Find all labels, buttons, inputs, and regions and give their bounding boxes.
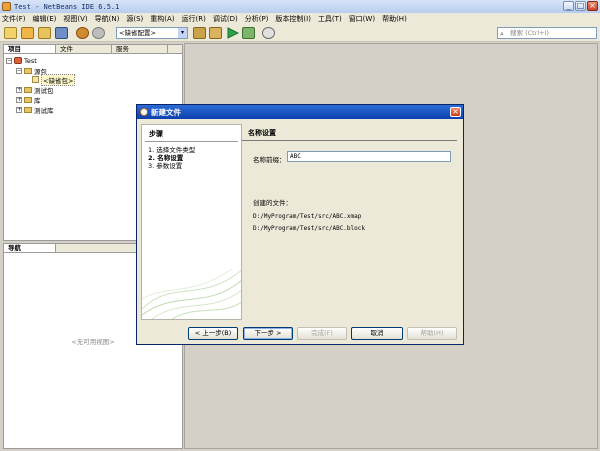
- created-files-label: 创建的文件：: [253, 199, 292, 207]
- help-button[interactable]: 帮助(H): [407, 327, 457, 340]
- tab-projects-label: 项目: [8, 45, 21, 53]
- new-file-dialog: 新建文件 × 步骤 1. 选择文件类型 2. 名称设置 3. 参数设置 名称设置…: [136, 104, 464, 345]
- expand-icon[interactable]: +: [16, 106, 22, 113]
- tree-node-test-libraries[interactable]: + 测试库: [16, 105, 54, 115]
- name-prefix-input[interactable]: ABC: [287, 151, 451, 162]
- menu-tools[interactable]: 工具(T): [318, 14, 342, 24]
- dialog-title: 新建文件: [151, 107, 181, 117]
- folder-icon: [24, 96, 32, 103]
- step-item: 1. 选择文件类型: [148, 146, 196, 154]
- menu-bar: 文件(F) 编辑(E) 视图(V) 导航(N) 源(S) 重构(A) 运行(R)…: [0, 13, 600, 25]
- redo-icon[interactable]: [92, 27, 105, 39]
- expand-icon[interactable]: +: [16, 86, 22, 93]
- project-label: Test: [24, 56, 37, 65]
- save-all-icon[interactable]: [55, 27, 68, 39]
- search-input[interactable]: ⌕ 搜索 (Ctrl+I): [497, 27, 597, 39]
- tab-projects[interactable]: 项目: [4, 45, 56, 53]
- search-placeholder: 搜索 (Ctrl+I): [510, 29, 550, 37]
- menu-run[interactable]: 运行(R): [182, 14, 206, 24]
- menu-file[interactable]: 文件(F): [2, 14, 26, 24]
- tab-navigator[interactable]: 导航: [4, 244, 56, 252]
- minimize-button[interactable]: _: [563, 1, 574, 11]
- search-icon: ⌕: [500, 30, 504, 38]
- menu-view[interactable]: 视图(V): [63, 14, 87, 24]
- menu-debug[interactable]: 调试(D): [213, 14, 238, 24]
- steps-heading: 步骤: [145, 125, 238, 142]
- tree-node-default-package[interactable]: <缺省包>: [32, 73, 76, 86]
- tab-files[interactable]: 文件: [56, 45, 112, 53]
- collapse-icon[interactable]: −: [6, 57, 12, 64]
- created-file-path: D:/MyProgram/Test/src/ABC.block: [253, 225, 365, 232]
- steps-pane: 步骤 1. 选择文件类型 2. 名称设置 3. 参数设置: [141, 124, 242, 320]
- name-prefix-label: 名称前缀：: [253, 156, 286, 164]
- package-icon: [32, 76, 39, 83]
- tab-files-label: 文件: [60, 45, 73, 53]
- next-button[interactable]: 下一步 >: [243, 327, 293, 340]
- menu-navigate[interactable]: 导航(N): [95, 14, 120, 24]
- undo-icon[interactable]: [76, 27, 89, 39]
- decorative-swirl-graphic: [142, 268, 241, 319]
- new-project-icon[interactable]: [21, 27, 34, 39]
- menu-help[interactable]: 帮助(H): [382, 14, 407, 24]
- open-project-icon[interactable]: [38, 27, 51, 39]
- netbeans-icon: [140, 108, 148, 116]
- maximize-button[interactable]: □: [575, 1, 586, 11]
- projects-tabs: 项目 文件 服务: [4, 45, 182, 54]
- netbeans-icon: [2, 2, 11, 11]
- test-packages-label: 测试包: [34, 86, 54, 95]
- expand-icon[interactable]: +: [16, 96, 22, 103]
- folder-icon: [24, 67, 32, 74]
- chevron-down-icon: ▾: [178, 28, 187, 38]
- tab-navigator-label: 导航: [8, 244, 21, 252]
- test-libraries-label: 测试库: [34, 106, 54, 115]
- menu-versioning[interactable]: 版本控制(I): [275, 14, 311, 24]
- created-file-path: D:/MyProgram/Test/src/ABC.xmap: [253, 213, 362, 220]
- finish-button[interactable]: 完成(F): [297, 327, 347, 340]
- tree-node-libraries[interactable]: + 库: [16, 95, 41, 105]
- tree-node-project[interactable]: − Test: [6, 56, 37, 65]
- profile-icon[interactable]: [262, 27, 275, 39]
- step-item-current: 2. 名称设置: [148, 154, 184, 162]
- new-file-icon[interactable]: [4, 27, 17, 39]
- close-button[interactable]: ×: [587, 1, 598, 11]
- settings-pane: 名称设置 名称前缀： ABC 创建的文件： D:/MyProgram/Test/…: [242, 124, 460, 320]
- configuration-select[interactable]: <缺省配置> ▾: [116, 27, 188, 39]
- back-button[interactable]: < 上一步(B): [188, 327, 238, 340]
- clean-build-icon[interactable]: [209, 27, 222, 39]
- cancel-button[interactable]: 取消: [351, 327, 403, 340]
- run-icon[interactable]: [226, 27, 239, 39]
- dialog-titlebar: 新建文件: [137, 105, 463, 119]
- collapse-icon[interactable]: −: [16, 67, 22, 74]
- step-item: 3. 参数设置: [148, 162, 183, 170]
- build-icon[interactable]: [193, 27, 206, 39]
- project-icon: [14, 57, 22, 64]
- menu-window[interactable]: 窗口(W): [349, 14, 375, 24]
- tab-services-label: 服务: [116, 45, 129, 53]
- menu-refactor[interactable]: 重构(A): [150, 14, 174, 24]
- tab-services[interactable]: 服务: [112, 45, 168, 53]
- folder-icon: [24, 106, 32, 113]
- debug-icon[interactable]: [242, 27, 255, 39]
- dialog-close-button[interactable]: ×: [450, 107, 461, 117]
- libraries-label: 库: [34, 96, 41, 105]
- menu-source[interactable]: 源(S): [126, 14, 143, 24]
- tree-node-test-packages[interactable]: + 测试包: [16, 85, 54, 95]
- window-title: Test - NetBeans IDE 6.5.1: [14, 2, 120, 11]
- folder-icon: [24, 86, 32, 93]
- window-titlebar: Test - NetBeans IDE 6.5.1 _ □ ×: [0, 0, 600, 13]
- menu-profile[interactable]: 分析(P): [245, 14, 269, 24]
- section-heading: 名称设置: [242, 124, 457, 141]
- configuration-value: <缺省配置>: [119, 29, 156, 37]
- menu-edit[interactable]: 编辑(E): [33, 14, 57, 24]
- main-toolbar: <缺省配置> ▾ ⌕ 搜索 (Ctrl+I): [0, 25, 600, 42]
